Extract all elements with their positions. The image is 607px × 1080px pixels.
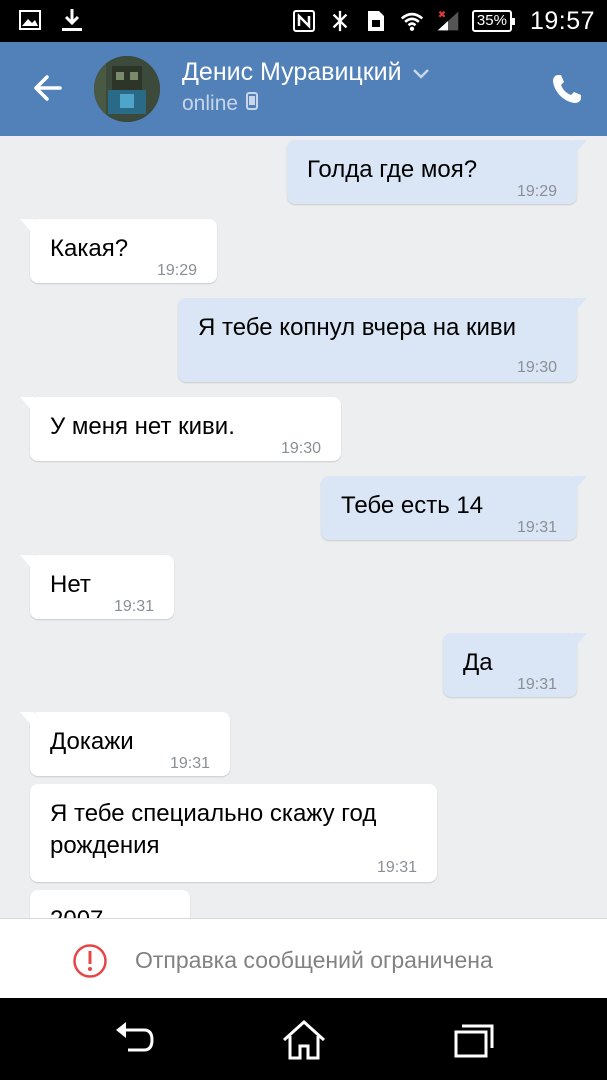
message-text: У меня нет киви. bbox=[50, 413, 235, 440]
back-arrow-icon[interactable] bbox=[30, 70, 66, 106]
bluetooth-icon bbox=[328, 9, 352, 33]
message-time: 19:31 bbox=[113, 598, 154, 615]
message-time: 19:31 bbox=[169, 755, 210, 772]
message-time: 19:30 bbox=[516, 359, 557, 376]
message-incoming[interactable]: Я тебе специально скажу год рождения 19:… bbox=[30, 784, 437, 882]
contact-name-label: Денис Муравицкий bbox=[182, 58, 402, 86]
message-text: Тебе есть 14 bbox=[341, 492, 484, 519]
online-status-label: online bbox=[182, 92, 239, 115]
message-text: Я тебе копнул вчера на киви bbox=[198, 314, 517, 341]
navigation-bar bbox=[0, 998, 607, 1080]
message-text: 2007 bbox=[50, 904, 103, 918]
signal-icon bbox=[436, 9, 460, 33]
message-time: 19:31 bbox=[516, 519, 557, 536]
message-outgoing[interactable]: Тебе есть 14 19:31 bbox=[321, 476, 587, 540]
image-icon bbox=[18, 8, 42, 32]
recents-icon[interactable] bbox=[450, 1018, 498, 1062]
message-text-line: Я тебе специально скажу год bbox=[50, 800, 377, 827]
restriction-message: Отправка сообщений ограничена bbox=[135, 947, 493, 973]
exclamation-circle-icon bbox=[72, 943, 108, 979]
message-time: 19:29 bbox=[156, 262, 197, 279]
message-incoming[interactable]: Какая? 19:29 bbox=[20, 219, 217, 283]
home-icon[interactable] bbox=[280, 1018, 328, 1062]
message-list[interactable]: Голда где моя? 19:29 Какая? 19:29 Я тебе… bbox=[0, 136, 607, 918]
wifi-icon bbox=[400, 9, 424, 33]
message-text: Я тебе специально скажу год рождения bbox=[50, 798, 376, 862]
message-incoming[interactable]: Докажи 19:31 bbox=[20, 712, 230, 776]
message-text: Да bbox=[463, 649, 493, 676]
message-incoming[interactable]: 2007 bbox=[30, 890, 190, 918]
message-outgoing[interactable]: Я тебе копнул вчера на киви 19:30 bbox=[178, 298, 587, 382]
phone-call-icon[interactable] bbox=[550, 72, 584, 106]
sim-icon bbox=[364, 9, 388, 33]
nfc-icon bbox=[292, 9, 316, 33]
message-time: 19:30 bbox=[280, 440, 321, 457]
back-icon[interactable] bbox=[110, 1018, 158, 1062]
message-outgoing[interactable]: Голда где моя? 19:29 bbox=[287, 140, 587, 204]
message-incoming[interactable]: Нет 19:31 bbox=[20, 555, 174, 619]
status-time: 19:57 bbox=[529, 6, 595, 35]
download-icon bbox=[60, 8, 84, 32]
status-bar: 35% 19:57 bbox=[0, 0, 607, 42]
battery-icon: 35% bbox=[471, 10, 515, 32]
message-time: 19:31 bbox=[376, 859, 417, 876]
message-text: Какая? bbox=[50, 235, 129, 262]
message-text: Докажи bbox=[50, 728, 134, 755]
message-text: Голда где моя? bbox=[307, 156, 478, 183]
avatar[interactable] bbox=[94, 56, 160, 122]
message-time: 19:31 bbox=[516, 676, 557, 693]
message-text-line: рождения bbox=[50, 832, 160, 859]
contact-name[interactable]: Денис Муравицкий bbox=[182, 58, 430, 87]
mobile-phone-icon bbox=[246, 92, 259, 116]
message-text: Нет bbox=[50, 571, 91, 598]
message-outgoing[interactable]: Да 19:31 bbox=[443, 633, 587, 697]
chevron-down-icon bbox=[412, 58, 430, 87]
message-incoming[interactable]: У меня нет киви. 19:30 bbox=[20, 397, 341, 461]
messaging-restricted-bar: Отправка сообщений ограничена bbox=[0, 918, 607, 998]
contact-status: online bbox=[182, 92, 259, 116]
chat-header: Денис Муравицкий online bbox=[0, 42, 607, 136]
message-time: 19:29 bbox=[516, 183, 557, 200]
